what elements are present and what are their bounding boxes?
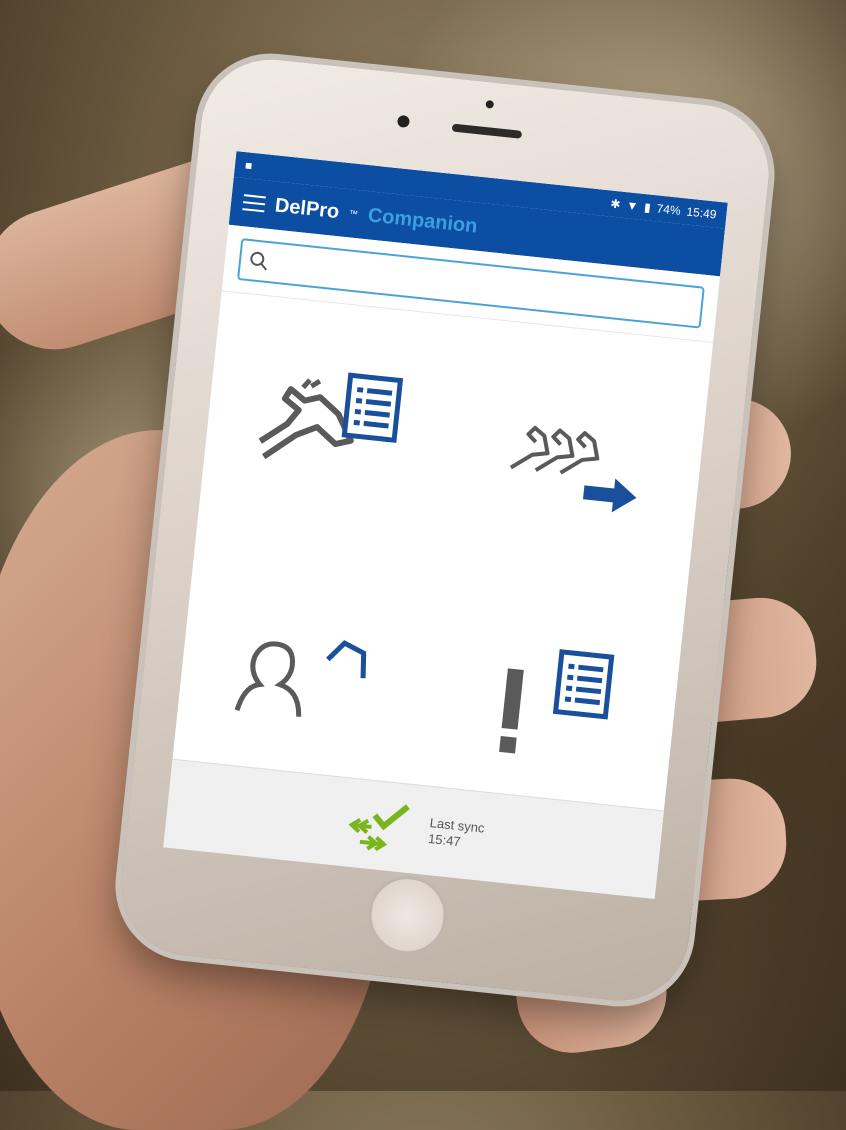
tile-grid bbox=[169, 291, 714, 841]
brand-name: DelPro bbox=[273, 194, 341, 223]
product-name: Companion bbox=[366, 203, 479, 238]
alarm-list-icon bbox=[498, 649, 614, 754]
animal-list-tile[interactable] bbox=[196, 291, 468, 565]
trademark-mark: ™ bbox=[348, 208, 359, 220]
clock: 15:49 bbox=[685, 204, 718, 222]
phone-body: ■ ✱ ▼ ▮ 74% 15:49 DelPro ™ Companion Las… bbox=[114, 52, 776, 1008]
battery-icon: ▮ bbox=[643, 200, 652, 215]
notification-icon: ■ bbox=[244, 158, 253, 173]
search-icon bbox=[250, 251, 267, 271]
earpiece-speaker bbox=[451, 123, 523, 139]
wifi-icon: ▼ bbox=[625, 198, 639, 214]
home-button[interactable] bbox=[364, 872, 451, 959]
sync-info: Last sync 15:47 bbox=[427, 815, 485, 853]
user-farm-icon bbox=[234, 640, 366, 717]
animal-move-icon bbox=[509, 425, 636, 513]
proximity-sensor bbox=[396, 114, 411, 129]
smartphone: ■ ✱ ▼ ▮ 74% 15:49 DelPro ™ Companion Las… bbox=[114, 52, 776, 1008]
hamburger-menu-icon[interactable] bbox=[242, 194, 266, 213]
sync-status-icon bbox=[347, 804, 410, 852]
animal-move-tile[interactable] bbox=[441, 317, 713, 591]
animal-list-icon bbox=[258, 372, 403, 460]
phone-screen: ■ ✱ ▼ ▮ 74% 15:49 DelPro ™ Companion Las… bbox=[163, 151, 728, 899]
battery-level: 74% bbox=[655, 201, 682, 218]
bluetooth-icon: ✱ bbox=[609, 196, 622, 212]
front-camera bbox=[485, 99, 495, 109]
